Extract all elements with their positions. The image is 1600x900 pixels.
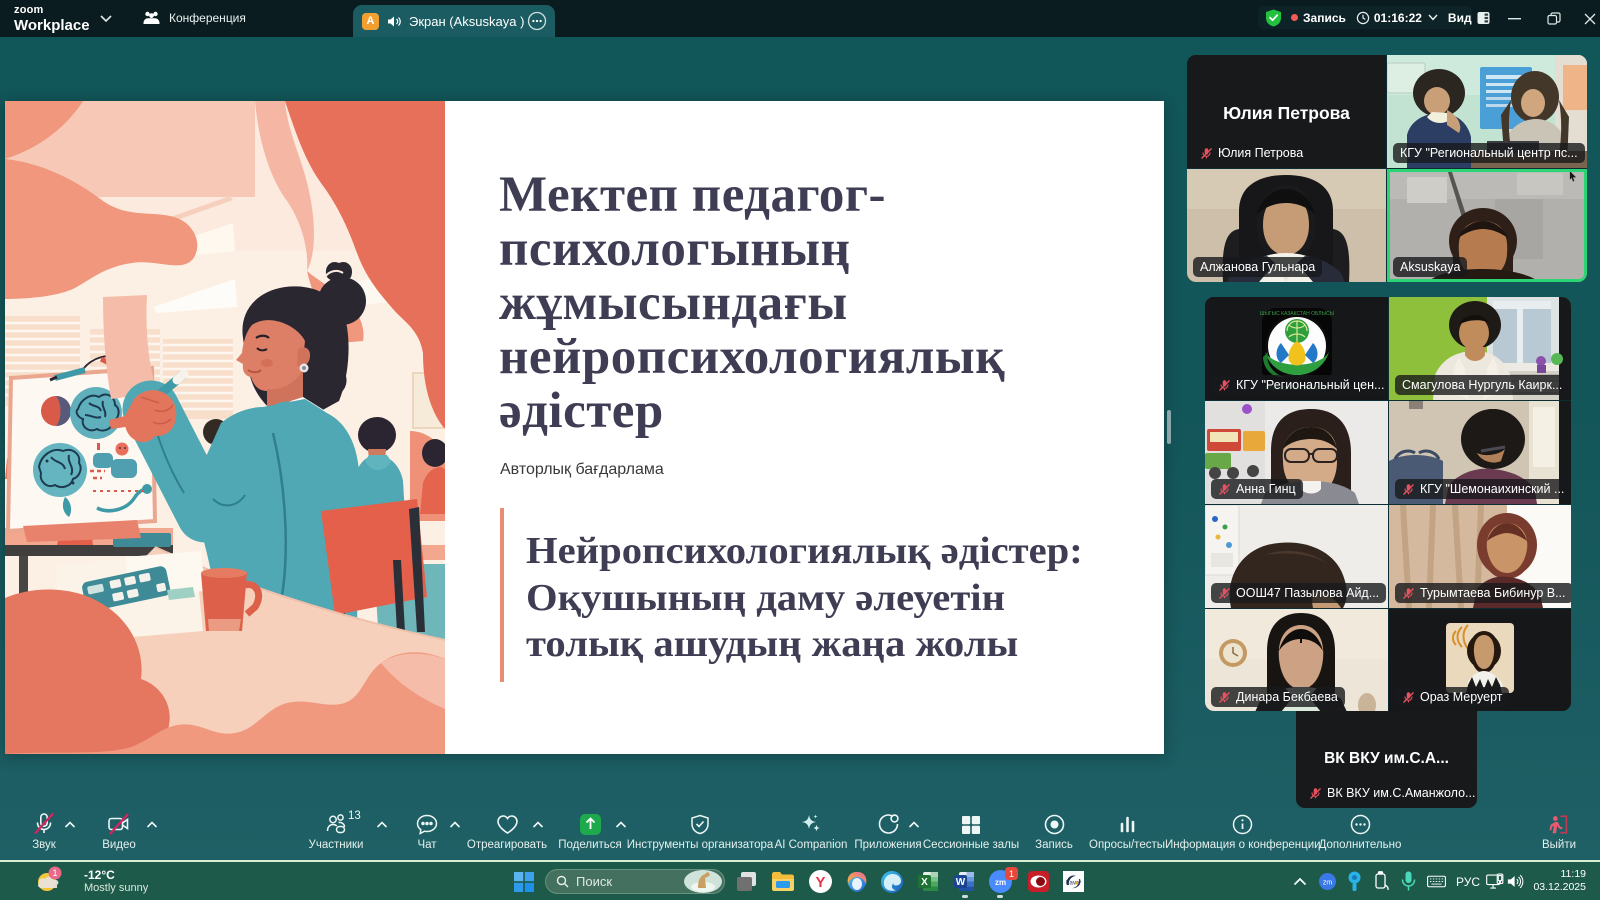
svg-text:ШЫГЫС КАЗАКСТАН ОБЛЫСЫ: ШЫГЫС КАЗАКСТАН ОБЛЫСЫ: [1260, 311, 1335, 317]
svg-text:W: W: [956, 877, 966, 888]
svg-text:zm: zm: [1323, 880, 1333, 887]
svg-text:1: 1: [52, 868, 57, 878]
svg-text:1: 1: [1009, 869, 1014, 879]
svg-text:Faver: Faver: [1066, 881, 1081, 887]
svg-text:X: X: [921, 877, 928, 888]
svg-text:Y: Y: [815, 874, 825, 891]
